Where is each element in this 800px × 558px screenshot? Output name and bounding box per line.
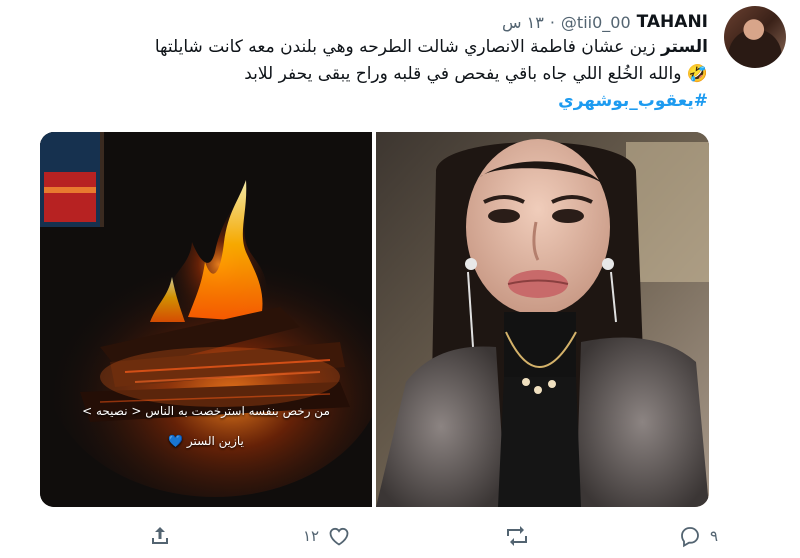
- retweet-button[interactable]: [505, 524, 537, 548]
- bold-word: الستر: [660, 37, 708, 57]
- reply-count: ٩: [710, 527, 719, 545]
- avatar[interactable]: [724, 6, 786, 68]
- like-button[interactable]: ١٢: [303, 524, 351, 548]
- tweet-text: الستر زين عشان فاطمة الانصاري شالت الطرح…: [68, 34, 708, 115]
- retweet-icon: [507, 526, 527, 546]
- video-caption-1: من رخص بنفسه استرخصت به الناس < نصيحه >: [82, 404, 330, 418]
- separator-dot: ·: [549, 12, 555, 32]
- fireplace-video[interactable]: من رخص بنفسه استرخصت به الناس < نصيحه > …: [40, 132, 372, 507]
- tweet-line-2: 🤣 والله الخُلع اللي جاه باقي يفحص في قلب…: [244, 64, 708, 84]
- reply-icon: [681, 527, 699, 548]
- media-grid: من رخص بنفسه استرخصت به الناس < نصيحه > …: [40, 132, 709, 507]
- fireplace-image: [40, 132, 372, 507]
- display-name[interactable]: TAHANI: [637, 12, 708, 32]
- user-handle[interactable]: @tii0_00: [561, 13, 631, 32]
- tweet-card: TAHANI @tii0_00 · ١٣ س الستر زين عشان فا…: [0, 0, 800, 558]
- share-icon: [152, 527, 168, 544]
- woman-photo[interactable]: [376, 132, 709, 507]
- line-1-text: زين عشان فاطمة الانصاري شالت الطرحه وهي …: [154, 37, 661, 57]
- tweet-line-1: الستر زين عشان فاطمة الانصاري شالت الطرح…: [68, 34, 708, 61]
- woman-image: [376, 132, 709, 507]
- timestamp[interactable]: ١٣ س: [502, 13, 544, 32]
- heart-icon: [329, 527, 349, 546]
- video-caption-2: يازين الستر 💙: [168, 434, 244, 448]
- action-bar: ٩ ١٢: [0, 518, 800, 558]
- tweet-header: TAHANI @tii0_00 · ١٣ س: [502, 10, 708, 34]
- hashtag-link[interactable]: #يعقوب_بوشهري: [558, 91, 708, 111]
- share-button[interactable]: [148, 524, 180, 548]
- reply-button[interactable]: ٩: [678, 524, 718, 548]
- like-count: ١٢: [303, 527, 320, 545]
